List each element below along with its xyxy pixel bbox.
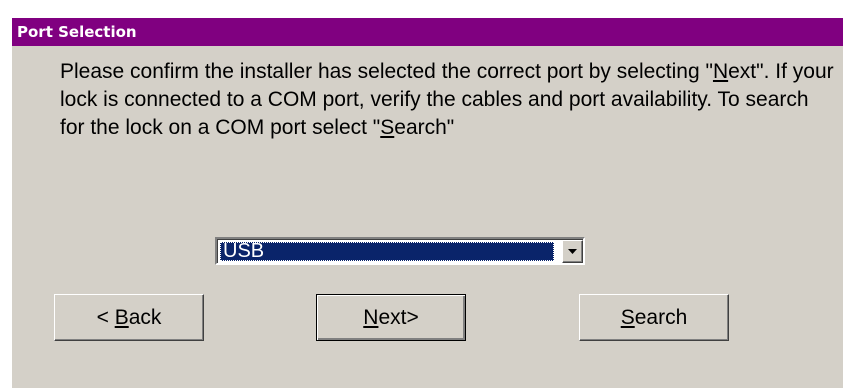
next-mnemonic: N	[712, 60, 729, 83]
next-button[interactable]: Next>	[316, 294, 466, 341]
panel-title: Port Selection	[12, 18, 843, 46]
next-button-label: ext>	[378, 305, 419, 329]
port-select-dropdown-button[interactable]	[562, 240, 583, 263]
search-button-mnemonic: S	[620, 305, 635, 329]
port-selection-panel: Port Selection Please confirm the instal…	[12, 18, 843, 388]
port-select-value[interactable]: USB	[220, 241, 554, 261]
back-button-prefix: <	[96, 305, 115, 329]
back-button-mnemonic: B	[114, 305, 129, 329]
port-select[interactable]: USB	[215, 237, 585, 265]
next-button-mnemonic: N	[363, 305, 379, 329]
search-button[interactable]: Search	[579, 294, 729, 341]
search-mnemonic: S	[380, 116, 395, 139]
back-button[interactable]: < Back	[54, 294, 204, 341]
back-button-label: ack	[128, 305, 162, 329]
chevron-down-icon	[568, 249, 577, 254]
search-word-rest: earch	[394, 116, 447, 139]
port-select-frame: USB	[217, 239, 583, 263]
next-word-rest: ext	[728, 60, 757, 83]
search-button-label: earch	[634, 305, 688, 329]
instruction-text: Please confirm the installer has selecte…	[60, 58, 835, 142]
instruction-part-1: Please confirm the installer has selecte…	[60, 60, 713, 83]
instruction-part-3: "	[446, 116, 455, 139]
